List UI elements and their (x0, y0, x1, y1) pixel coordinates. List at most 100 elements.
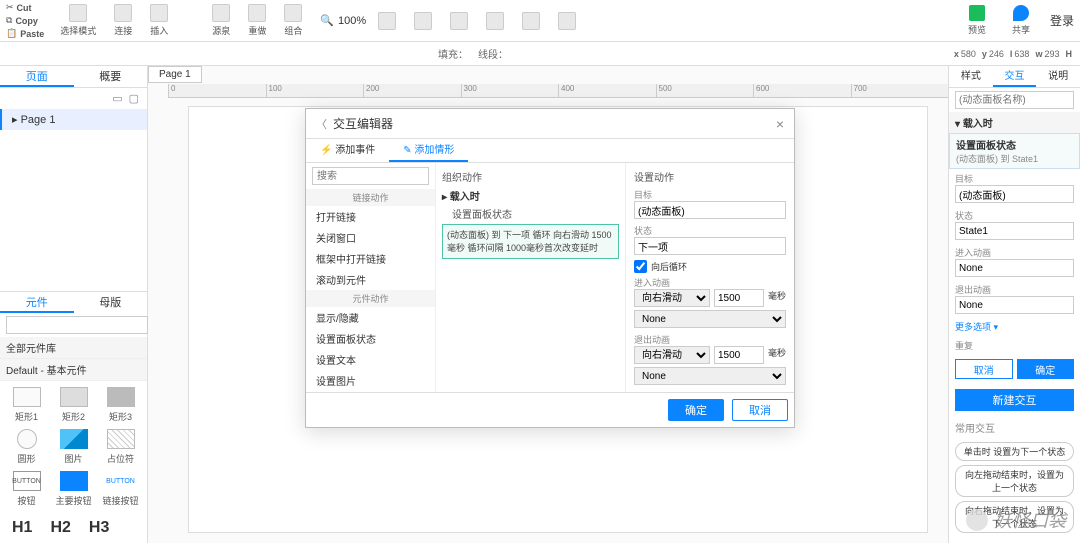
tab-widgets[interactable]: 元件 (0, 292, 74, 313)
widget-circle[interactable]: 圆形 (6, 429, 47, 465)
organize-actions: 组织动作 ▸ 载入时 设置面板状态 (动态面板) 到 下一项 循环 向右滑动 1… (436, 163, 626, 392)
event-node[interactable]: ▸ 载入时 (442, 188, 619, 203)
tool-redo[interactable]: 重做 (242, 4, 272, 37)
cfg-anim-out[interactable]: 向右滑动 (634, 346, 710, 364)
cfg-target[interactable] (634, 201, 786, 219)
x-val[interactable]: 580 (961, 49, 976, 59)
preview-button[interactable]: 预览 (962, 5, 992, 36)
tool-b[interactable] (408, 12, 438, 30)
tab-outline[interactable]: 概要 (74, 66, 148, 87)
tool-undo[interactable]: 源泉 (206, 4, 236, 37)
library-sub[interactable]: Default - 基本元件 (0, 359, 147, 381)
action-item[interactable]: 设置文本 (306, 349, 435, 370)
l-val[interactable]: 638 (1014, 49, 1029, 59)
action-title: 设置面板状态 (956, 141, 1016, 152)
tool-connect[interactable]: 连接 (108, 4, 138, 37)
action-item[interactable]: 关闭窗口 (306, 227, 435, 248)
widget-button[interactable]: BUTTON按钮 (6, 471, 47, 507)
cfg-anim-out2[interactable]: None (634, 367, 786, 385)
tab-pages[interactable]: 页面 (0, 66, 74, 87)
target-input[interactable] (955, 185, 1074, 203)
modal-title: 交互编辑器 (333, 115, 776, 132)
canvas-tab[interactable]: Page 1 (148, 66, 202, 83)
y-val[interactable]: 246 (989, 49, 1004, 59)
tab-notes[interactable]: 说明 (1036, 66, 1080, 87)
tool-group[interactable]: 组合 (278, 4, 308, 37)
action-item[interactable]: 打开链接 (306, 206, 435, 227)
left-panel: 页面 概要 ▭▢ ▸ Page 1 元件 母版 ⋮ 全部元件库 Default … (0, 66, 148, 543)
configure-action: 设置动作 目标 状态 向后循环 进入动画 向右滑动毫秒 None 退出动画 向右… (626, 163, 794, 392)
library-name[interactable]: 全部元件库 (0, 337, 147, 359)
tab-masters[interactable]: 母版 (74, 292, 148, 313)
interaction-editor-modal: 〈 交互编辑器 × ⚡ 添加事件 ✎ 添加情形 链接动作 打开链接 关闭窗口 框… (305, 108, 795, 428)
action-search[interactable] (312, 167, 429, 185)
cfg-state[interactable] (634, 237, 786, 255)
action-item[interactable]: 滚动到元件 (306, 269, 435, 290)
modal-tab-add-event[interactable]: ⚡ 添加事件 (306, 139, 389, 162)
cut-button[interactable]: ✂ Cut (6, 2, 44, 13)
tool-c[interactable] (444, 12, 474, 30)
w-val[interactable]: 293 (1044, 49, 1059, 59)
login-link[interactable]: 登录 (1050, 12, 1074, 29)
modal-cancel-button[interactable]: 取消 (732, 399, 788, 421)
anim-out-input[interactable] (955, 296, 1074, 314)
cfg-anim-in2[interactable]: None (634, 310, 786, 328)
action-item[interactable]: 显示/隐藏 (306, 307, 435, 328)
tool-f[interactable] (552, 12, 582, 30)
widget-h1[interactable]: H1 (12, 519, 32, 537)
preset-chip-2[interactable]: 向左拖动结束时，设置为上一个状态 (955, 465, 1074, 497)
share-button[interactable]: 共享 (1006, 5, 1036, 36)
modal-back-icon[interactable]: 〈 (316, 116, 327, 132)
tool-insert[interactable]: 插入 (144, 4, 174, 37)
modal-tab-add-case[interactable]: ✎ 添加情形 (389, 139, 468, 162)
widget-link-button[interactable]: BUTTON链接按钮 (100, 471, 141, 507)
widget-search[interactable] (6, 316, 148, 334)
tool-select[interactable]: 选择模式 (54, 4, 102, 37)
watermark-icon (966, 509, 988, 531)
tool-e[interactable] (516, 12, 546, 30)
action-item[interactable]: 设置图片 (306, 370, 435, 391)
widget-rect3[interactable]: 矩形3 (100, 387, 141, 423)
event-header[interactable]: ▾ 载入时 (949, 112, 1080, 133)
anim-in-input[interactable] (955, 259, 1074, 277)
tab-interaction[interactable]: 交互 (993, 66, 1037, 87)
action-summary[interactable]: (动态面板) 到 下一项 循环 向右滑动 1500毫秒 循环间隔 1000毫秒首… (442, 224, 619, 259)
widget-rect2[interactable]: 矩形2 (53, 387, 94, 423)
panel-cancel-button[interactable]: 取消 (955, 359, 1013, 379)
zoom-control[interactable]: 🔍 100% (320, 14, 366, 27)
action-item[interactable]: 框架中打开链接 (306, 248, 435, 269)
widget-placeholder[interactable]: 占位符 (100, 429, 141, 465)
line-label: 线段： (478, 46, 508, 61)
ruler-horizontal: 0100200300400500600700 (168, 84, 948, 98)
widget-primary-button[interactable]: 主要按钮 (53, 471, 94, 507)
more-options[interactable]: 更多选项 ▾ (949, 317, 1080, 336)
page-item[interactable]: ▸ Page 1 (0, 109, 147, 130)
widget-h2[interactable]: H2 (50, 519, 70, 537)
panel-ok-button[interactable]: 确定 (1017, 359, 1075, 379)
cfg-anim-in[interactable]: 向右滑动 (634, 289, 710, 307)
cfg-loop-chk[interactable] (634, 260, 647, 273)
copy-button[interactable]: ⧉ Copy (6, 15, 44, 26)
right-panel: 样式 交互 说明 ▾ 载入时 设置面板状态(动态面板) 到 State1 目标 … (948, 66, 1080, 543)
widget-image[interactable]: 图片 (53, 429, 94, 465)
tab-style[interactable]: 样式 (949, 66, 993, 87)
widget-h3[interactable]: H3 (89, 519, 109, 537)
cfg-anim-out-ms[interactable] (714, 346, 764, 364)
element-name-input[interactable] (955, 91, 1074, 109)
tool-a[interactable] (372, 12, 402, 30)
style-bar: 填充： 线段： x 580 y 246 l 638 w 293 H (0, 42, 1080, 66)
new-interaction-button[interactable]: 新建交互 (955, 389, 1074, 411)
state-input[interactable] (955, 222, 1074, 240)
action-item[interactable]: 设置面板状态 (306, 328, 435, 349)
modal-close-icon[interactable]: × (776, 116, 784, 132)
tool-d[interactable] (480, 12, 510, 30)
add-page-icon[interactable]: ▭ (112, 92, 122, 105)
action-node[interactable]: 设置面板状态 (442, 206, 619, 221)
modal-ok-button[interactable]: 确定 (668, 399, 724, 421)
watermark: 妖怪口袋 (966, 507, 1066, 533)
add-folder-icon[interactable]: ▢ (129, 92, 139, 105)
paste-button[interactable]: 📋 Paste (6, 28, 44, 39)
cfg-anim-in-ms[interactable] (714, 289, 764, 307)
widget-rect1[interactable]: 矩形1 (6, 387, 47, 423)
preset-chip-1[interactable]: 单击时 设置为下一个状态 (955, 442, 1074, 461)
